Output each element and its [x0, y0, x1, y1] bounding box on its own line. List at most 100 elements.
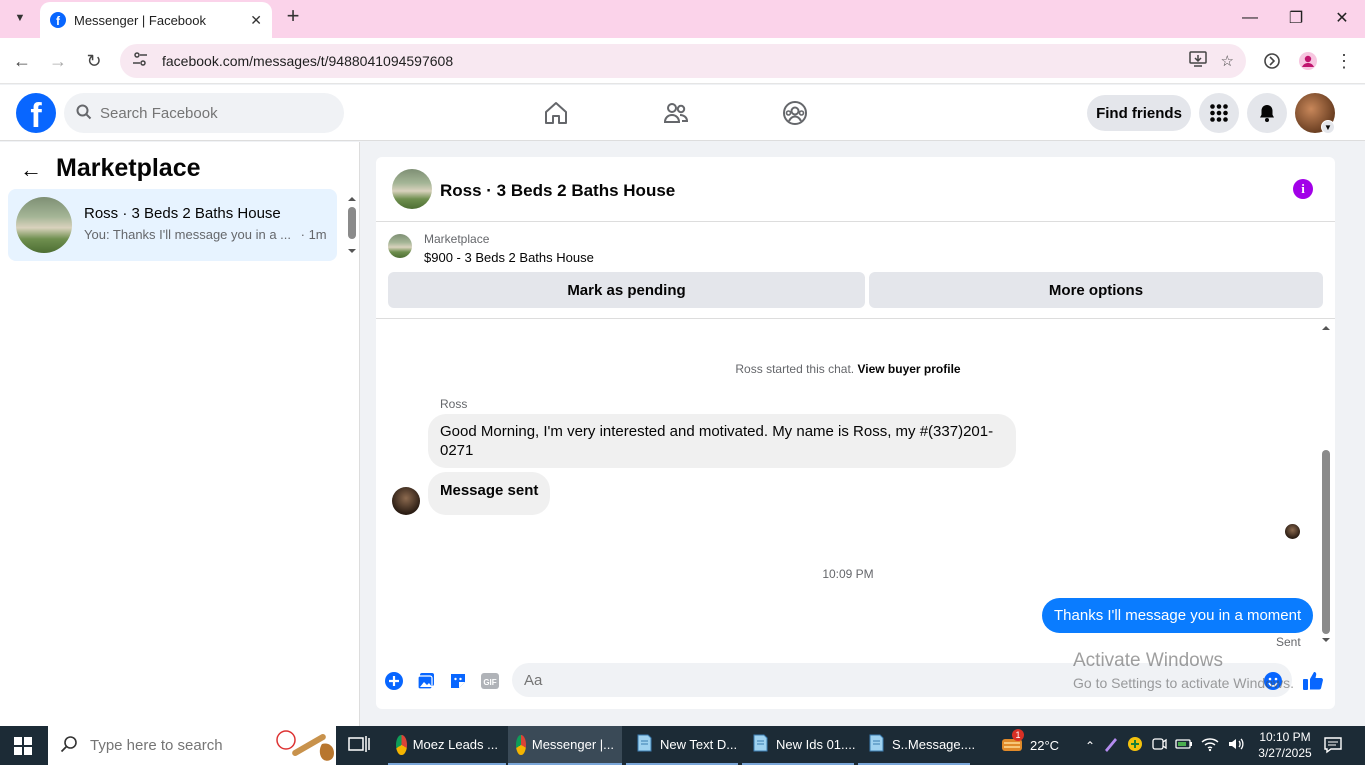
info-icon[interactable]: i	[1293, 179, 1313, 199]
pen-icon[interactable]	[1103, 736, 1119, 755]
chat-scrollbar[interactable]	[1320, 322, 1332, 646]
taskbar-search-box[interactable]	[48, 726, 336, 765]
sender-name: Ross	[440, 397, 468, 411]
conversation-time: · 1m	[300, 227, 327, 242]
notifications-bell-icon[interactable]	[1247, 93, 1287, 133]
weather-widget[interactable]: 1 22°C	[1000, 726, 1059, 765]
new-tab-button[interactable]: +	[282, 5, 304, 28]
windows-start-icon[interactable]	[14, 737, 32, 758]
weather-notification-badge: 1	[1012, 729, 1024, 741]
outgoing-message[interactable]: Thanks I'll message you in a moment	[1042, 598, 1314, 633]
tab-close-icon[interactable]: ✕	[250, 12, 262, 29]
clock-time: 10:10 PM	[1259, 730, 1311, 744]
browser-tab[interactable]: f Messenger | Facebook ✕	[40, 2, 272, 38]
notepad-icon	[866, 733, 886, 756]
system-tray: ⌃	[1085, 726, 1245, 765]
listing-title[interactable]: $900 - 3 Beds 2 Baths House	[424, 250, 594, 265]
weather-icon: 1	[1000, 729, 1024, 758]
taskbar-app-messenger[interactable]: Messenger |...	[508, 726, 622, 765]
read-receipt-avatar	[1285, 524, 1300, 539]
chat-title[interactable]: Ross · 3 Beds 2 Baths House	[440, 181, 675, 201]
restore-button[interactable]: ❐	[1273, 0, 1319, 36]
reload-button[interactable]: ↻	[80, 47, 108, 75]
mark-pending-button[interactable]: Mark as pending	[388, 272, 865, 308]
panel-title: Marketplace	[56, 154, 201, 182]
gif-icon[interactable]: GIF	[479, 670, 501, 692]
chrome-icon	[516, 734, 526, 755]
back-arrow-icon[interactable]: ←	[20, 157, 42, 183]
minimize-button[interactable]: —	[1227, 0, 1273, 36]
tab-search-dropdown-icon[interactable]: ▼	[8, 7, 32, 29]
notepad-icon	[750, 733, 770, 756]
groups-icon[interactable]	[779, 98, 811, 128]
taskbar-app-chrome-leads[interactable]: Moez Leads ...	[388, 726, 506, 765]
conversation-name: Ross · 3 Beds 2 Baths House	[84, 205, 281, 222]
extensions-icon[interactable]	[1258, 47, 1286, 75]
conversation-preview: You: Thanks I'll message you in a ... · …	[84, 227, 327, 242]
taskbar-search-input[interactable]	[90, 737, 260, 754]
taskbar-app-label: New Ids 01....	[776, 737, 856, 752]
search-highlight-sports-icon	[272, 726, 342, 765]
url-text: facebook.com/messages/t/9488041094597608	[162, 53, 454, 69]
battery-icon[interactable]	[1175, 736, 1193, 755]
listing-thumbnail	[16, 197, 72, 253]
taskbar-clock[interactable]: 10:10 PM 3/27/2025	[1255, 729, 1315, 761]
divider	[376, 318, 1335, 319]
chrome-icon	[396, 734, 407, 755]
svg-text:GIF: GIF	[483, 678, 496, 687]
bookmark-star-icon[interactable]: ☆	[1221, 52, 1234, 70]
find-friends-button[interactable]: Find friends	[1087, 95, 1191, 131]
weather-temperature: 22°C	[1030, 738, 1060, 753]
search-input[interactable]	[100, 104, 320, 122]
message-timestamp: 10:09 PM	[822, 567, 874, 581]
incoming-message[interactable]: Message sent	[428, 472, 551, 515]
browser-menu-icon[interactable]: ⋮	[1330, 47, 1358, 75]
add-actions-icon[interactable]	[383, 670, 405, 692]
started-text: Ross started this chat.	[735, 362, 855, 376]
vpn-shield-icon[interactable]	[1127, 736, 1143, 755]
profile-icon[interactable]	[1294, 47, 1322, 75]
more-options-button[interactable]: More options	[869, 272, 1323, 308]
notepad-icon	[634, 733, 654, 756]
close-window-button[interactable]: ✕	[1319, 0, 1365, 36]
account-menu-chevron-icon[interactable]: ▼	[1321, 120, 1335, 134]
volume-icon[interactable]	[1227, 736, 1245, 755]
taskbar-app-label: Messenger |...	[531, 737, 614, 752]
meet-now-icon[interactable]	[1151, 736, 1167, 755]
taskbar-search-icon	[60, 735, 78, 756]
back-button[interactable]: ←	[8, 47, 36, 75]
facebook-logo-icon[interactable]: f	[16, 93, 56, 133]
view-buyer-profile-link[interactable]: View buyer profile	[857, 362, 960, 376]
like-thumbs-up-icon[interactable]	[1302, 670, 1324, 692]
taskbar-app-notepad-1[interactable]: New Text D...	[626, 726, 738, 765]
sender-avatar[interactable]	[392, 487, 420, 515]
message-status: Sent	[1276, 635, 1301, 649]
chat-avatar[interactable]	[392, 169, 432, 209]
address-bar[interactable]: facebook.com/messages/t/9488041094597608…	[120, 44, 1246, 78]
conversation-preview-text: You: Thanks I'll message you in a ...	[84, 227, 291, 242]
install-app-icon[interactable]	[1188, 51, 1207, 71]
home-icon[interactable]	[540, 98, 572, 128]
tab-title: Messenger | Facebook	[74, 12, 206, 28]
sticker-icon[interactable]	[447, 670, 469, 692]
taskbar-app-label: Moez Leads ...	[412, 737, 498, 752]
taskbar-app-notepad-2[interactable]: New Ids 01....	[742, 726, 856, 765]
attach-photo-icon[interactable]	[415, 670, 437, 692]
forward-button[interactable]: →	[44, 47, 72, 75]
facebook-search-bar[interactable]	[64, 93, 344, 133]
notification-center-icon[interactable]	[1323, 736, 1343, 757]
taskbar-app-notepad-3[interactable]: S..Message....	[858, 726, 975, 765]
activate-windows-title: Activate Windows	[1073, 650, 1223, 671]
clock-date: 3/27/2025	[1258, 746, 1312, 760]
task-view-icon[interactable]	[348, 735, 370, 758]
incoming-message[interactable]: Good Morning, I'm very interested and mo…	[428, 414, 1016, 468]
wifi-icon[interactable]	[1201, 736, 1219, 755]
conversation-list-scrollbar[interactable]	[346, 193, 358, 257]
menu-grid-icon[interactable]	[1199, 93, 1239, 133]
listing-mini-thumbnail	[388, 234, 412, 258]
friends-icon[interactable]	[660, 98, 692, 128]
site-settings-icon[interactable]	[132, 51, 148, 71]
taskbar-app-label: S..Message....	[892, 737, 976, 752]
tray-overflow-chevron-icon[interactable]: ⌃	[1085, 739, 1095, 753]
marketplace-label: Marketplace	[424, 232, 490, 246]
